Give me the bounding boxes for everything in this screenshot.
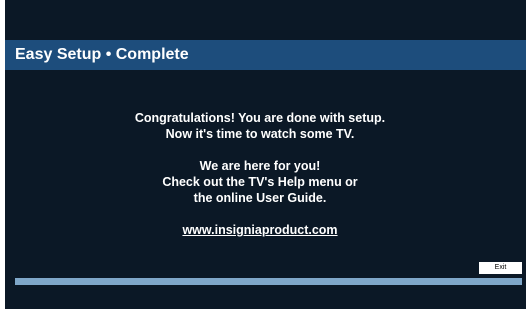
completion-message: Congratulations! You are done with setup… <box>85 110 435 238</box>
message-line-3: We are here for you! <box>199 159 321 173</box>
message-line-4: Check out the TV's Help menu or <box>162 175 358 189</box>
setup-progress-bar <box>15 278 522 285</box>
message-line-2: Now it's time to watch some TV. <box>165 127 355 141</box>
message-line-1: Congratulations! You are done with setup… <box>134 111 386 125</box>
setup-progress-fill <box>16 279 521 284</box>
title-bar: Easy Setup • Complete <box>5 40 526 70</box>
exit-button[interactable]: Exit <box>479 262 522 274</box>
tv-setup-screen: Easy Setup • Complete Congratulations! Y… <box>5 0 526 309</box>
website-link[interactable]: www.insigniaproduct.com <box>182 222 337 238</box>
message-line-5: the online User Guide. <box>193 191 327 205</box>
page-title: Easy Setup • Complete <box>15 46 189 63</box>
